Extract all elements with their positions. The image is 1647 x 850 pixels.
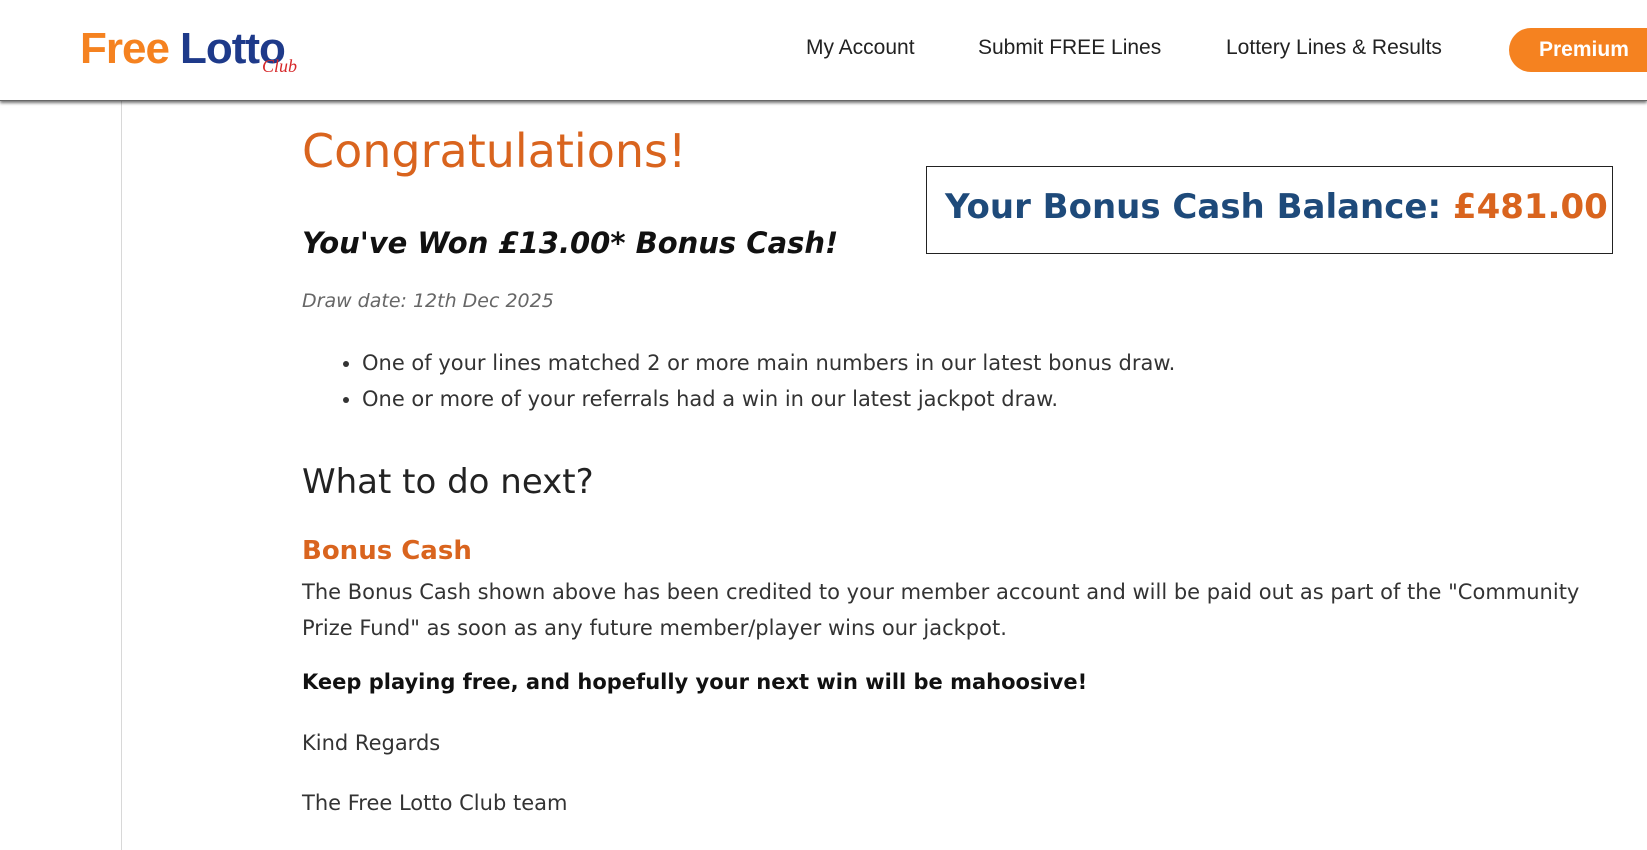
- page-title: Congratulations!: [302, 124, 687, 178]
- kind-regards-text: Kind Regards: [302, 731, 441, 755]
- won-bonus-cash-heading: You've Won £13.00* Bonus Cash!: [302, 226, 839, 260]
- bonus-cash-description: The Bonus Cash shown above has been cred…: [302, 580, 1580, 640]
- logo-free-text: Free: [80, 24, 170, 73]
- balance-label: Your Bonus Cash Balance:: [945, 187, 1453, 227]
- content-left-divider: [121, 100, 122, 850]
- premium-button[interactable]: Premium: [1509, 28, 1647, 72]
- logo-club-text: Club: [262, 56, 298, 76]
- keep-playing-message: Keep playing free, and hopefully your ne…: [302, 670, 1088, 694]
- free-lotto-club-logo[interactable]: Free Lotto Club: [80, 22, 310, 82]
- bonus-cash-heading: Bonus Cash: [302, 536, 472, 566]
- nav-my-account-link[interactable]: My Account: [806, 36, 915, 60]
- site-header: Free Lotto Club My Account Submit FREE L…: [0, 0, 1647, 101]
- win-reasons-list: One of your lines matched 2 or more main…: [302, 345, 1175, 417]
- what-next-heading: What to do next?: [302, 462, 594, 502]
- bonus-cash-balance-box: Your Bonus Cash Balance: £481.00: [926, 166, 1613, 254]
- nav-submit-free-lines-link[interactable]: Submit FREE Lines: [978, 36, 1161, 60]
- list-item: One or more of your referrals had a win …: [362, 381, 1175, 417]
- nav-lottery-lines-results-link[interactable]: Lottery Lines & Results: [1226, 36, 1442, 60]
- draw-date: Draw date: 12th Dec 2025: [302, 290, 554, 312]
- list-item: One of your lines matched 2 or more main…: [362, 345, 1175, 381]
- signature-team-text: The Free Lotto Club team: [302, 791, 568, 815]
- balance-value: £481.00: [1452, 187, 1608, 227]
- balance-label-row: Your Bonus Cash Balance: £481.00: [945, 187, 1608, 227]
